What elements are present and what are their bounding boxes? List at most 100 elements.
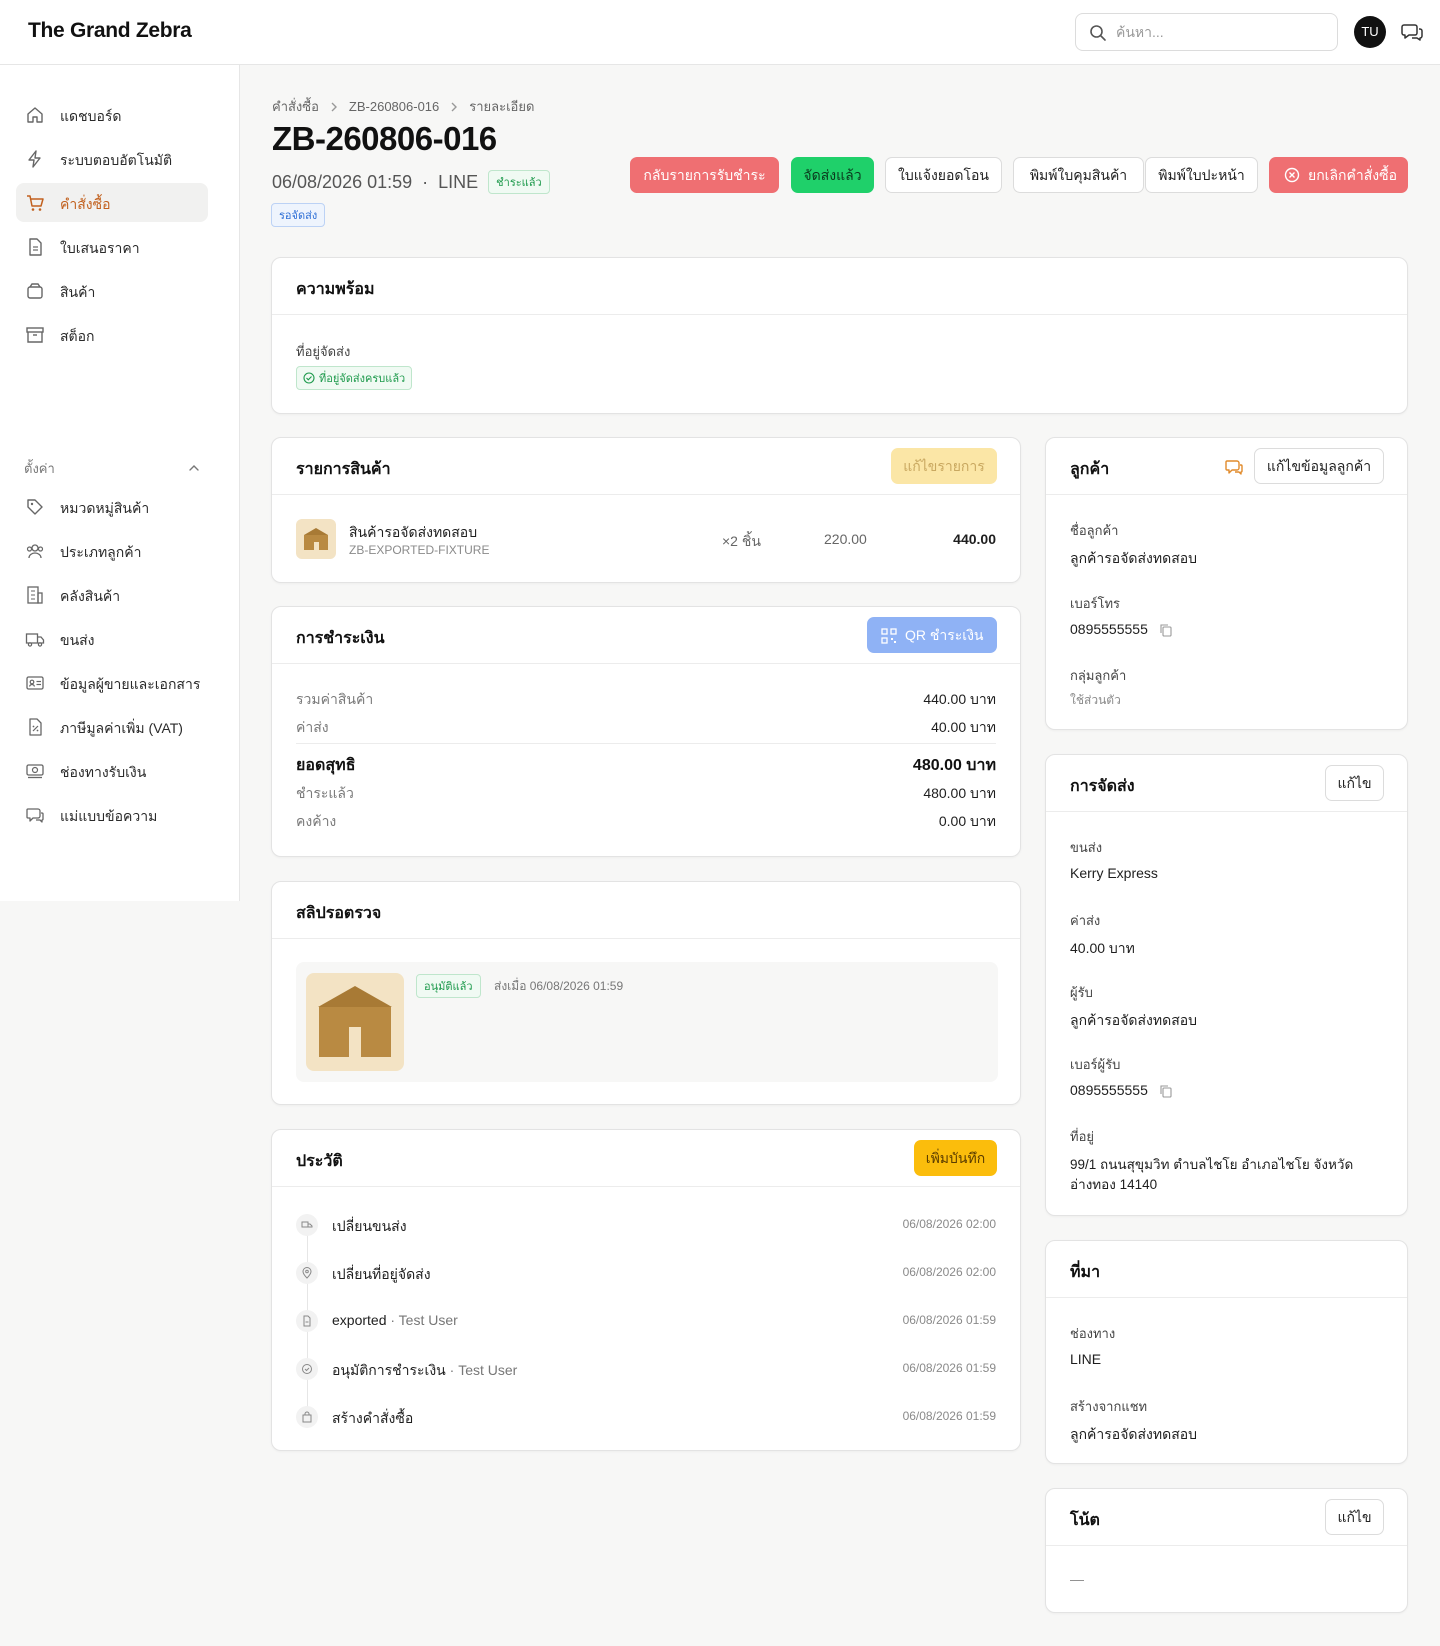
product-sku: ZB-EXPORTED-FIXTURE bbox=[349, 543, 490, 557]
chat-icon[interactable] bbox=[1224, 457, 1244, 477]
cancel-order-label: ยกเลิกคำสั่งซื้อ bbox=[1308, 167, 1398, 183]
history-event: เปลี่ยนที่อยู่จัดส่ง 06/08/2026 02:00 bbox=[296, 1261, 996, 1285]
qr-payment-button[interactable]: QR ชำระเงิน bbox=[867, 617, 997, 653]
event-actor: · Test User bbox=[390, 1312, 458, 1328]
slip-approved-badge: อนุมัติแล้ว bbox=[416, 974, 481, 998]
sidebar-item-quotations[interactable]: ใบเสนอราคา bbox=[16, 227, 208, 266]
sidebar-item-label: คำสั่งซื้อ bbox=[60, 196, 111, 212]
card-header: โน้ต แก้ไข bbox=[1046, 1489, 1407, 1546]
copy-icon[interactable] bbox=[1159, 1084, 1173, 1098]
mark-shipped-button[interactable]: จัดส่งแล้ว bbox=[791, 157, 874, 193]
chevron-up-icon bbox=[188, 462, 200, 474]
home-icon bbox=[25, 105, 45, 125]
address-line-2: อ่างทอง 14140 bbox=[1070, 1177, 1158, 1192]
shipping-fee: 40.00 บาท bbox=[1070, 940, 1135, 956]
sidebar-item-label: คลังสินค้า bbox=[60, 588, 121, 604]
field-label: สร้างจากแชท bbox=[1070, 1399, 1148, 1414]
transfer-notice-button[interactable]: ใบแจ้งยอดโอน bbox=[885, 157, 1002, 193]
shipping-fee-row: ค่าส่ง 40.00 บาท bbox=[296, 717, 996, 739]
slip-thumbnail[interactable] bbox=[306, 973, 404, 1071]
sidebar-item-warehouses[interactable]: คลังสินค้า bbox=[16, 575, 208, 614]
shipping-fee-label: ค่าส่ง bbox=[296, 719, 329, 735]
archive-icon bbox=[25, 325, 45, 345]
sidebar-item-label: ช่องทางรับเงิน bbox=[60, 764, 147, 780]
chevron-right-icon bbox=[449, 102, 459, 112]
history-event: exported · Test User 06/08/2026 01:59 bbox=[296, 1309, 996, 1333]
sidebar-item-label: แม่แบบข้อความ bbox=[60, 808, 158, 824]
sidebar-item-seller-info[interactable]: ข้อมูลผู้ขายและเอกสาร bbox=[16, 663, 208, 702]
breadcrumb-order-link[interactable]: ZB-260806-016 bbox=[349, 99, 439, 114]
sidebar-item-stock[interactable]: สต็อก bbox=[16, 315, 208, 354]
readiness-card: ความพร้อม ที่อยู่จัดส่ง ที่อยู่จัดส่งครบ… bbox=[271, 257, 1408, 414]
subtotal-row: รวมค่าสินค้า 440.00 บาท bbox=[296, 689, 996, 711]
source-card: ที่มา ช่องทาง LINE สร้างจากแชท ลูกค้ารอจ… bbox=[1045, 1240, 1408, 1464]
order-channel: LINE bbox=[438, 171, 479, 192]
sidebar-item-orders[interactable]: คำสั่งซื้อ bbox=[16, 183, 208, 222]
breadcrumb-orders-link[interactable]: คำสั่งซื้อ bbox=[272, 96, 319, 117]
breadcrumb-current: รายละเอียด bbox=[469, 99, 535, 114]
edit-customer-button[interactable]: แก้ไขข้อมูลลูกค้า bbox=[1254, 448, 1384, 484]
history-event: อนุมัติการชำระเงิน · Test User 06/08/202… bbox=[296, 1357, 996, 1381]
chevron-right-icon bbox=[329, 102, 339, 112]
bag-icon bbox=[296, 1406, 318, 1428]
history-event: สร้างคำสั่งซื้อ 06/08/2026 01:59 bbox=[296, 1405, 996, 1429]
sidebar-item-vat[interactable]: ภาษีมูลค่าเพิ่ม (VAT) bbox=[16, 707, 208, 746]
cancel-order-button[interactable]: ยกเลิกคำสั่งซื้อ bbox=[1269, 157, 1408, 193]
print-cover-sheet-button[interactable]: พิมพ์ใบปะหน้า bbox=[1145, 157, 1258, 193]
source-chat[interactable]: ลูกค้ารอจัดส่งทดสอบ bbox=[1070, 1424, 1197, 1446]
history-card: ประวัติ เพิ่มบันทึก เปลี่ยนขนส่ง 06/08/2… bbox=[271, 1129, 1021, 1451]
settings-section-label: ตั้งค่า bbox=[24, 461, 55, 476]
chat-icon bbox=[25, 805, 45, 825]
event-time: 06/08/2026 01:59 bbox=[902, 1361, 996, 1375]
event-time: 06/08/2026 01:59 bbox=[902, 1409, 996, 1423]
card-header: สลิปรอตรวจ bbox=[272, 882, 1020, 939]
truck-icon bbox=[296, 1214, 318, 1236]
sidebar-item-carriers[interactable]: ขนส่ง bbox=[16, 619, 208, 658]
sidebar-item-payment-channels[interactable]: ช่องทางรับเงิน bbox=[16, 751, 208, 790]
shipping-card: การจัดส่ง แก้ไข ขนส่ง Kerry Express ค่าส… bbox=[1045, 754, 1408, 1216]
sidebar-item-automation[interactable]: ระบบตอบอัตโนมัติ bbox=[16, 139, 208, 178]
breadcrumb: คำสั่งซื้อ ZB-260806-016 รายละเอียด bbox=[272, 96, 534, 117]
card-header: ที่มา bbox=[1046, 1241, 1407, 1298]
product-name[interactable]: สินค้ารอจัดส่งทดสอบ bbox=[349, 522, 477, 544]
search-box[interactable] bbox=[1075, 13, 1338, 51]
history-event-text: exported · Test User bbox=[332, 1312, 458, 1328]
slip-item[interactable]: อนุมัติแล้ว ส่งเมื่อ 06/08/2026 01:59 bbox=[296, 962, 998, 1082]
badge-label: ที่อยู่จัดส่งครบแล้ว bbox=[319, 373, 406, 385]
page-title: ZB-260806-016 bbox=[272, 120, 497, 157]
sidebar-item-message-templates[interactable]: แม่แบบข้อความ bbox=[16, 795, 208, 834]
divider bbox=[296, 743, 996, 744]
edit-shipping-button[interactable]: แก้ไข bbox=[1325, 765, 1384, 801]
check-circle-icon bbox=[296, 1358, 318, 1380]
revert-payment-button[interactable]: กลับรายการรับชำระ bbox=[630, 157, 779, 193]
address-line-1: 99/1 ถนนสุขุมวิท ตำบลไชโย อำเภอไชโย จังห… bbox=[1070, 1157, 1354, 1172]
avatar[interactable]: TU bbox=[1354, 16, 1386, 48]
print-packing-slip-button[interactable]: พิมพ์ใบคุมสินค้า bbox=[1013, 157, 1144, 193]
sidebar-item-categories[interactable]: หมวดหมู่สินค้า bbox=[16, 487, 208, 526]
event-action: อนุมัติการชำระเงิน bbox=[332, 1362, 446, 1378]
outstanding-label: คงค้าง bbox=[296, 813, 337, 829]
check-circle-icon bbox=[303, 372, 315, 384]
event-time: 06/08/2026 02:00 bbox=[902, 1217, 996, 1231]
slip-sent-at: ส่งเมื่อ 06/08/2026 01:59 bbox=[494, 979, 624, 993]
copy-icon[interactable] bbox=[1159, 623, 1173, 637]
search-input[interactable] bbox=[1116, 22, 1326, 42]
card-title: ความพร้อม bbox=[296, 281, 375, 298]
event-action: exported bbox=[332, 1312, 387, 1328]
sidebar-item-dashboard[interactable]: แดชบอร์ด bbox=[16, 95, 208, 134]
brand-logo[interactable]: The Grand Zebra bbox=[28, 19, 192, 43]
add-note-button[interactable]: เพิ่มบันทึก bbox=[914, 1140, 997, 1176]
card-title: ที่มา bbox=[1070, 1264, 1101, 1281]
edit-notes-button[interactable]: แก้ไข bbox=[1325, 1499, 1384, 1535]
sidebar-item-products[interactable]: สินค้า bbox=[16, 271, 208, 310]
chat-icon[interactable] bbox=[1400, 20, 1424, 44]
edit-items-button[interactable]: แก้ไขรายการ bbox=[891, 448, 997, 484]
card-title: รายการสินค้า bbox=[296, 461, 391, 478]
outstanding-value: 0.00 บาท bbox=[938, 813, 996, 829]
settings-section-toggle[interactable]: ตั้งค่า bbox=[24, 458, 200, 478]
sidebar-item-label: ประเภทลูกค้า bbox=[60, 544, 142, 560]
sidebar-item-customer-types[interactable]: ประเภทลูกค้า bbox=[16, 531, 208, 570]
product-thumbnail bbox=[296, 519, 336, 559]
customer-phone: 0895555555 bbox=[1070, 621, 1148, 637]
slips-card: สลิปรอตรวจ อนุมัติแล้ว ส่งเมื่อ 06/08/20… bbox=[271, 881, 1021, 1105]
